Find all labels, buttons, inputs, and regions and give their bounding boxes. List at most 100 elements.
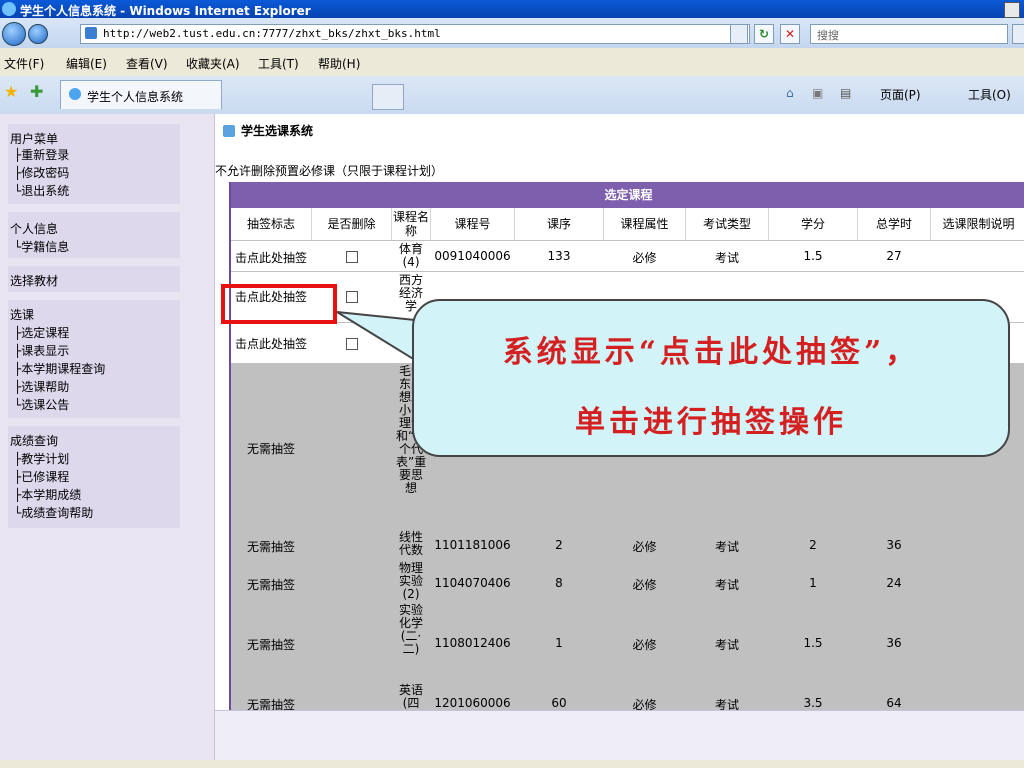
minimize-button[interactable] xyxy=(1004,2,1020,18)
add-favorite-icon[interactable]: ✚ xyxy=(30,82,43,101)
col-header-limit: 选课限制说明 xyxy=(931,208,1024,240)
course-hours: 27 xyxy=(886,249,902,263)
col-header-delete: 是否删除 xyxy=(312,208,392,240)
lottery-status: 无需抽签 xyxy=(246,578,295,592)
refresh-icon[interactable]: ↻ xyxy=(754,24,774,44)
course-exam: 考试 xyxy=(714,540,739,554)
course-credit: 1.5 xyxy=(803,249,823,263)
page-menu[interactable]: 页面(P) xyxy=(880,86,921,103)
sidebar-item-student-record[interactable]: └学籍信息 xyxy=(14,238,69,255)
address-url: http://web2.tust.edu.cn:7777/zhxt_bks/zh… xyxy=(103,27,441,40)
course-seq: 133 xyxy=(547,249,571,263)
sidebar: 用户菜单 ├重新登录 ├修改密码 └退出系统 个人信息 └学籍信息 选择教材 选… xyxy=(0,114,215,768)
notice-text: 不允许删除预置必修课（只限于课程计划） xyxy=(215,164,444,178)
course-hours: 36 xyxy=(886,538,902,552)
ie-page-icon xyxy=(69,88,81,100)
course-exam: 考试 xyxy=(714,638,739,652)
sidebar-item-term-query[interactable]: ├本学期课程查询 xyxy=(14,360,105,377)
course-seq: 1 xyxy=(555,636,563,650)
col-header-hours: 总学时 xyxy=(858,208,931,240)
system-icon xyxy=(223,125,235,137)
col-header-seq: 课序 xyxy=(515,208,604,240)
table-title: 选定课程 xyxy=(231,182,1024,208)
lottery-link[interactable]: 击点此处抽签 xyxy=(231,335,311,352)
col-header-course-name: 课程名称 xyxy=(392,208,431,240)
lottery-status: 无需抽签 xyxy=(246,442,295,456)
page-title-text: 学生选课系统 xyxy=(241,124,314,138)
delete-checkbox[interactable] xyxy=(346,251,358,263)
course-hours: 64 xyxy=(886,696,902,710)
course-seq: 60 xyxy=(551,696,567,710)
lottery-link[interactable]: 击点此处抽签 xyxy=(231,249,311,266)
sidebar-head-personal: 个人信息 xyxy=(10,222,59,236)
search-placeholder: 搜搜 xyxy=(817,29,839,42)
bottom-panel xyxy=(215,710,1024,761)
callout-line-2: 单击进行抽签操作 xyxy=(575,405,847,440)
course-name: 体育(4) xyxy=(398,242,423,269)
course-exam: 考试 xyxy=(714,578,739,592)
sidebar-head-textbook[interactable]: 选择教材 xyxy=(10,272,58,289)
table-row: 击点此处抽签 体育(4) 0091040006 133 必修 考试 1.5 27 xyxy=(231,241,1024,271)
course-credit: 2 xyxy=(809,538,817,552)
course-exam: 考试 xyxy=(714,251,739,265)
callout-bubble: 系统显示“点击此处抽签”， 单击进行抽签操作 xyxy=(412,299,1010,457)
address-dropdown-button[interactable] xyxy=(730,24,748,44)
sidebar-item-completed-courses[interactable]: ├已修课程 xyxy=(14,468,69,485)
menu-file[interactable]: 文件(F) xyxy=(4,55,44,72)
course-code: 1101181006 xyxy=(434,538,511,552)
col-header-code: 课程号 xyxy=(431,208,515,240)
menu-favorites[interactable]: 收藏夹(A) xyxy=(186,55,240,72)
menu-view[interactable]: 查看(V) xyxy=(126,55,168,72)
search-button[interactable] xyxy=(1012,24,1024,44)
course-attr: 必修 xyxy=(632,638,657,652)
sidebar-item-selected-courses[interactable]: ├选定课程 xyxy=(14,324,69,341)
search-input[interactable]: 搜搜 xyxy=(810,24,1008,44)
print-icon[interactable]: ▤ xyxy=(840,86,851,100)
window-title-bar: 学生个人信息系统 - Windows Internet Explorer xyxy=(0,0,1024,18)
lottery-status: 无需抽签 xyxy=(246,540,295,554)
window-title: 学生个人信息系统 - Windows Internet Explorer xyxy=(20,4,311,18)
course-credit: 1 xyxy=(809,576,817,590)
favorites-star-icon[interactable]: ★ xyxy=(4,82,18,101)
sidebar-head-user-menu: 用户菜单 xyxy=(10,132,59,146)
course-attr: 必修 xyxy=(632,251,657,265)
sidebar-item-relogin[interactable]: ├重新登录 xyxy=(14,146,69,163)
page-icon xyxy=(85,27,97,39)
sidebar-item-course-notice[interactable]: └选课公告 xyxy=(14,396,69,413)
ie-logo-icon xyxy=(2,2,16,16)
sidebar-item-term-grades[interactable]: ├本学期成绩 xyxy=(14,486,81,503)
sidebar-item-course-help[interactable]: ├选课帮助 xyxy=(14,378,69,395)
menu-help[interactable]: 帮助(H) xyxy=(318,55,360,72)
tab-student-info[interactable]: 学生个人信息系统 xyxy=(60,80,222,109)
course-credit: 3.5 xyxy=(803,696,823,710)
course-name: 物理实验(2) xyxy=(398,561,423,601)
course-name: 线性代数 xyxy=(398,530,423,557)
forward-button[interactable] xyxy=(28,24,48,44)
new-tab-button[interactable] xyxy=(372,84,404,110)
sidebar-item-grade-help[interactable]: └成绩查询帮助 xyxy=(14,504,93,521)
course-hours: 24 xyxy=(886,576,902,590)
course-code: 1201060006 xyxy=(434,696,511,710)
home-icon[interactable]: ⌂ xyxy=(786,86,794,100)
col-header-lottery: 抽签标志 xyxy=(231,208,312,240)
back-button[interactable] xyxy=(2,22,26,46)
sidebar-item-change-password[interactable]: ├修改密码 xyxy=(14,164,69,181)
menu-bar: 文件(F) 编辑(E) 查看(V) 收藏夹(A) 工具(T) 帮助(H) xyxy=(0,48,1024,77)
sidebar-head-grades: 成绩查询 xyxy=(10,434,59,448)
sidebar-item-teaching-plan[interactable]: ├教学计划 xyxy=(14,450,69,467)
col-header-exam: 考试类型 xyxy=(686,208,769,240)
address-field[interactable]: http://web2.tust.edu.cn:7777/zhxt_bks/zh… xyxy=(80,24,750,44)
course-seq: 8 xyxy=(555,576,563,590)
lottery-status: 无需抽签 xyxy=(246,638,295,652)
status-bar xyxy=(0,760,1024,768)
feeds-icon[interactable]: ▣ xyxy=(812,86,823,100)
callout-line-1: 系统显示“点击此处抽签”， xyxy=(502,335,920,370)
course-seq: 2 xyxy=(555,538,563,552)
tools-menu[interactable]: 工具(O) xyxy=(968,86,1011,103)
sidebar-item-timetable[interactable]: ├课表显示 xyxy=(14,342,69,359)
menu-tools[interactable]: 工具(T) xyxy=(258,55,299,72)
course-code: 1104070406 xyxy=(434,576,511,590)
sidebar-item-logout[interactable]: └退出系统 xyxy=(14,182,69,199)
menu-edit[interactable]: 编辑(E) xyxy=(66,55,107,72)
stop-icon[interactable]: ✕ xyxy=(780,24,800,44)
